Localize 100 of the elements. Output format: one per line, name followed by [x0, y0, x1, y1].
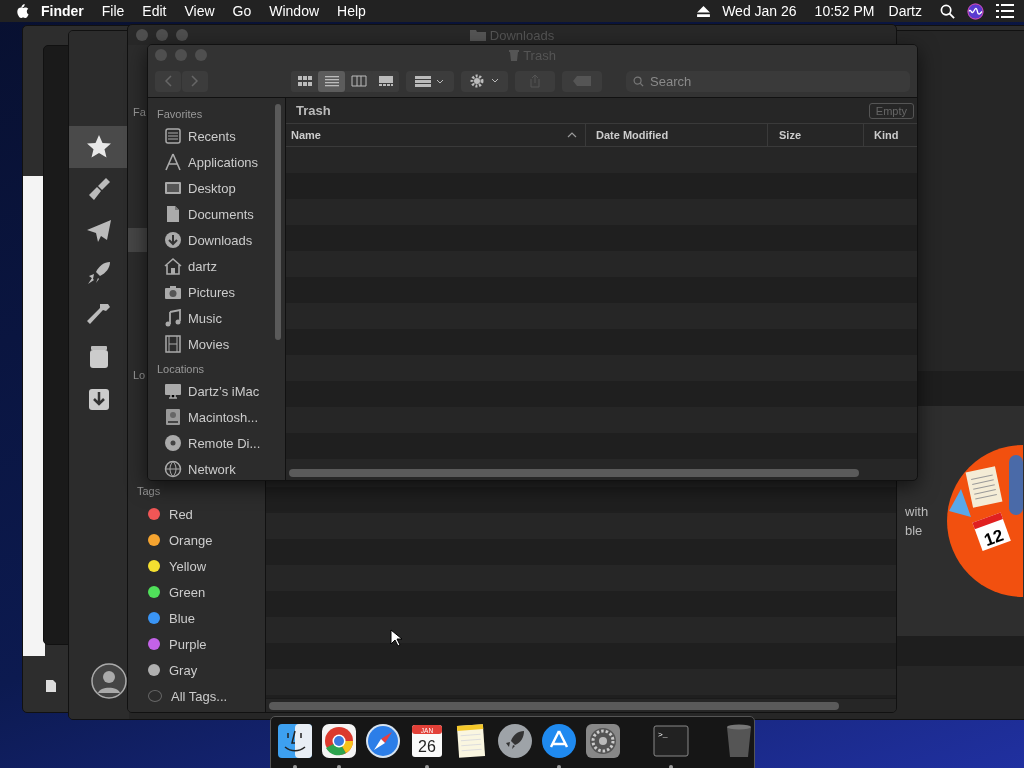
siri-icon[interactable]: [967, 2, 984, 20]
grid-caret-icon: [414, 75, 445, 87]
house-icon: [164, 257, 182, 275]
scrollbar-thumb[interactable]: [275, 104, 281, 340]
folder-icon: [469, 29, 486, 41]
face-icon[interactable]: [277, 723, 313, 759]
grid-view-icon: [296, 75, 313, 87]
film-icon: [164, 335, 182, 353]
sidebar-item[interactable]: Macintosh...: [148, 404, 285, 430]
tag-item[interactable]: Green: [128, 579, 265, 605]
compass-icon[interactable]: [365, 723, 401, 759]
scrollbar-thumb[interactable]: [289, 469, 859, 477]
paper-plane-icon: [86, 218, 112, 244]
sidebar-heading: Fa: [133, 106, 146, 118]
search-icon[interactable]: [940, 3, 955, 19]
sidebar-item[interactable]: Desktop: [148, 175, 285, 201]
chevron-left-icon: [164, 75, 172, 87]
eject-icon[interactable]: [697, 5, 711, 17]
action-button[interactable]: [460, 70, 509, 92]
sidebar-item[interactable]: Downloads: [148, 227, 285, 253]
menu-item[interactable]: File: [101, 3, 125, 19]
gallery-view-icon: [377, 75, 394, 87]
rocket-icon: [86, 260, 112, 286]
tag-item[interactable]: Gray: [128, 657, 265, 683]
dock-item[interactable]: [541, 723, 577, 768]
promo-text: ble: [905, 522, 924, 540]
list-view-icon: [323, 75, 340, 87]
sidebar-item[interactable]: Movies: [148, 331, 285, 357]
column-header[interactable]: Date Modified: [586, 124, 768, 146]
sidebar-item[interactable]: Remote Di...: [148, 430, 285, 456]
dock-item[interactable]: >_: [653, 723, 689, 768]
dock-item[interactable]: [321, 723, 357, 768]
tag-item[interactable]: Blue: [128, 605, 265, 631]
arrange-button[interactable]: [406, 70, 454, 92]
star-icon: [86, 134, 112, 160]
tag-icon: [573, 76, 592, 86]
list-icon[interactable]: [996, 4, 1014, 18]
menu-item[interactable]: Window: [269, 3, 320, 19]
calendar-day: 26: [418, 738, 436, 755]
sidebar-item[interactable]: Network: [148, 456, 285, 480]
scrollbar-thumb[interactable]: [269, 702, 839, 710]
column-header[interactable]: Size: [768, 124, 864, 146]
sidebar-item[interactable]: Dartz’s iMac: [148, 378, 285, 404]
globe-icon: [164, 460, 182, 478]
folder-title: Trash: [296, 103, 331, 118]
sidebar-item[interactable]: Applications: [148, 149, 285, 175]
tag-item[interactable]: Red: [128, 501, 265, 527]
menu-user[interactable]: Dartz: [888, 3, 922, 19]
gear-caret-icon: [469, 74, 500, 88]
sidebar-tab[interactable]: [69, 126, 129, 168]
terminal-icon[interactable]: >_: [653, 723, 689, 759]
menu-date[interactable]: Wed Jan 26: [722, 3, 797, 19]
menu-item[interactable]: View: [184, 3, 215, 19]
sidebar-item[interactable]: dartz: [148, 253, 285, 279]
sidebar-heading: Favorites: [156, 108, 204, 122]
sidebar-item[interactable]: Music: [148, 305, 285, 331]
download-icon: [86, 386, 112, 412]
disc-icon: [164, 434, 182, 452]
column-header[interactable]: Kind: [864, 124, 917, 146]
all-tags-item[interactable]: All Tags...: [128, 683, 265, 709]
sidebar-item[interactable]: Recents: [148, 123, 285, 149]
document-icon: [46, 680, 56, 692]
menu-item[interactable]: Edit: [142, 3, 167, 19]
app-menu[interactable]: Finder: [41, 3, 84, 19]
document-icon: [164, 205, 182, 223]
column-view-icon: [350, 75, 367, 87]
trash-icon: [509, 49, 520, 61]
dock-item[interactable]: [277, 723, 313, 768]
sidebar-item[interactable]: Documents: [148, 201, 285, 227]
camera-icon: [164, 283, 182, 301]
search-icon: [633, 75, 644, 87]
desktop-icon: [164, 179, 182, 197]
share-icon: [529, 74, 542, 88]
tag-item[interactable]: Orange: [128, 527, 265, 553]
search-field[interactable]: Search: [626, 70, 910, 92]
menu-item[interactable]: Go: [232, 3, 252, 19]
sidebar-heading: Locations: [156, 363, 206, 377]
sidebar-item[interactable]: Pictures: [148, 279, 285, 305]
app-store-icon[interactable]: [541, 723, 577, 759]
gear-icon[interactable]: [585, 723, 621, 759]
avatar-icon[interactable]: [91, 663, 127, 699]
rocket-icon[interactable]: [497, 723, 533, 759]
menu-time[interactable]: 10:52 PM: [814, 3, 875, 19]
monitor-icon: [164, 382, 182, 400]
browser-icon[interactable]: [321, 723, 357, 759]
tag-item[interactable]: Purple: [128, 631, 265, 657]
promo-text: with: [905, 503, 930, 521]
music-note-icon: [164, 309, 182, 327]
chevron-right-icon: [191, 75, 199, 87]
menu-item[interactable]: Help: [337, 3, 366, 19]
view-button[interactable]: [318, 70, 345, 92]
column-header[interactable]: Name: [286, 124, 586, 146]
sidebar-heading: Tags: [137, 485, 162, 497]
tray-icon: [164, 127, 182, 145]
tag-item[interactable]: Yellow: [128, 553, 265, 579]
cursor-icon: [390, 629, 402, 647]
terminal-prompt: >_: [658, 730, 668, 739]
apple-logo-icon[interactable]: [15, 3, 29, 19]
download-icon: [164, 231, 182, 249]
scrollbar[interactable]: [266, 698, 896, 712]
